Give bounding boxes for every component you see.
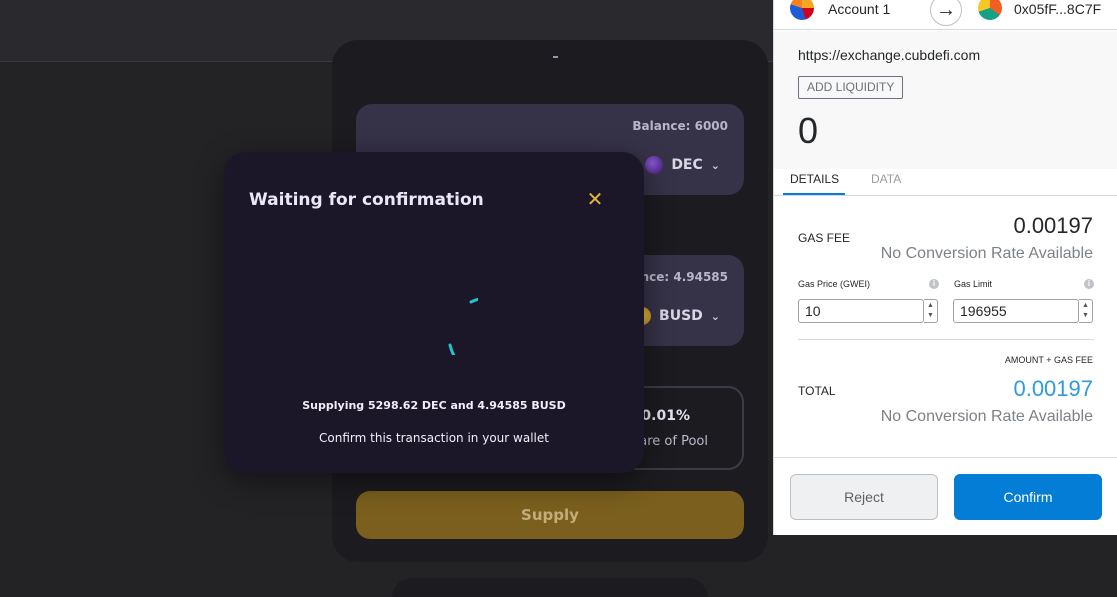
gas-limit-input[interactable] <box>953 299 1079 323</box>
token-selector-busd[interactable]: BUSD ⌄ <box>633 307 720 325</box>
balance-text: Balance: 6000 <box>632 119 728 133</box>
reject-button[interactable]: Reject <box>790 474 938 520</box>
chevron-down-icon: ⌄ <box>710 309 720 323</box>
gas-fee-conversion: No Conversion Rate Available <box>880 245 1093 262</box>
arrow-right-icon: → <box>930 0 962 26</box>
account-header: Account 1 → 0x05fF...8C7F <box>774 0 1117 30</box>
tx-amount: 0 <box>798 110 819 151</box>
stepper-down-icon[interactable]: ▼ <box>927 311 934 321</box>
origin-url: https://exchange.cubdefi.com <box>798 47 981 63</box>
action-badge: ADD LIQUIDITY <box>798 76 904 99</box>
wallet-popup: Account 1 → 0x05fF...8C7F https://exchan… <box>773 0 1117 535</box>
chevron-down-icon: ⌄ <box>710 158 720 172</box>
total-conversion: No Conversion Rate Available <box>880 408 1093 425</box>
bottom-card <box>392 578 708 597</box>
from-account-name: Account 1 <box>828 1 891 17</box>
divider <box>798 339 1094 340</box>
token-selector-dec[interactable]: DEC ⌄ <box>645 156 720 174</box>
action-footer: Reject Confirm <box>774 457 1117 535</box>
card-header-fragment <box>553 56 558 58</box>
waiting-confirmation-modal: Waiting for confirmation ✕ Supplying 529… <box>224 152 644 473</box>
modal-title: Waiting for confirmation <box>249 190 484 210</box>
total-value: 0.00197 <box>1013 376 1093 401</box>
gas-price-stepper[interactable]: ▲ ▼ <box>924 299 938 323</box>
stepper-up-icon[interactable]: ▲ <box>1082 301 1089 311</box>
dec-token-icon <box>645 156 664 174</box>
gas-price-input[interactable] <box>798 299 924 323</box>
tab-details[interactable]: DETAILS <box>790 172 839 186</box>
tx-summary: https://exchange.cubdefi.com ADD LIQUIDI… <box>774 31 1117 169</box>
close-icon[interactable]: ✕ <box>586 189 604 209</box>
info-icon[interactable]: i <box>1084 279 1094 289</box>
detail-tabs: DETAILS DATA <box>774 169 1117 196</box>
to-address: 0x05fF...8C7F <box>1014 1 1102 17</box>
token-symbol: BUSD <box>659 308 703 324</box>
pool-share-label: are of Pool <box>639 434 708 449</box>
balance-text: ance: 4.94585 <box>632 270 728 284</box>
total-label: TOTAL <box>798 384 836 398</box>
from-account-avatar <box>790 0 814 20</box>
to-account-avatar <box>978 0 1002 20</box>
gas-limit-stepper[interactable]: ▲ ▼ <box>1079 299 1093 323</box>
supply-button[interactable]: Supply <box>356 491 744 539</box>
stepper-up-icon[interactable]: ▲ <box>927 301 934 311</box>
info-icon[interactable]: i <box>929 279 939 289</box>
confirm-hint: Confirm this transaction in your wallet <box>319 431 549 445</box>
gas-fee-value: 0.00197 <box>1013 213 1093 238</box>
loading-spinner-icon <box>448 297 478 355</box>
gas-limit-label: Gas Limit <box>954 279 993 289</box>
gas-fee-label: GAS FEE <box>798 231 851 245</box>
token-symbol: DEC <box>671 157 703 173</box>
tab-data[interactable]: DATA <box>871 172 901 186</box>
stepper-down-icon[interactable]: ▼ <box>1082 311 1089 321</box>
confirm-button[interactable]: Confirm <box>954 474 1102 520</box>
gas-price-label: Gas Price (GWEI) <box>798 279 871 289</box>
amount-plus-gas-label: AMOUNT + GAS FEE <box>1004 355 1093 365</box>
supplying-text: Supplying 5298.62 DEC and 4.94585 BUSD <box>302 399 566 412</box>
active-tab-indicator <box>783 193 845 195</box>
